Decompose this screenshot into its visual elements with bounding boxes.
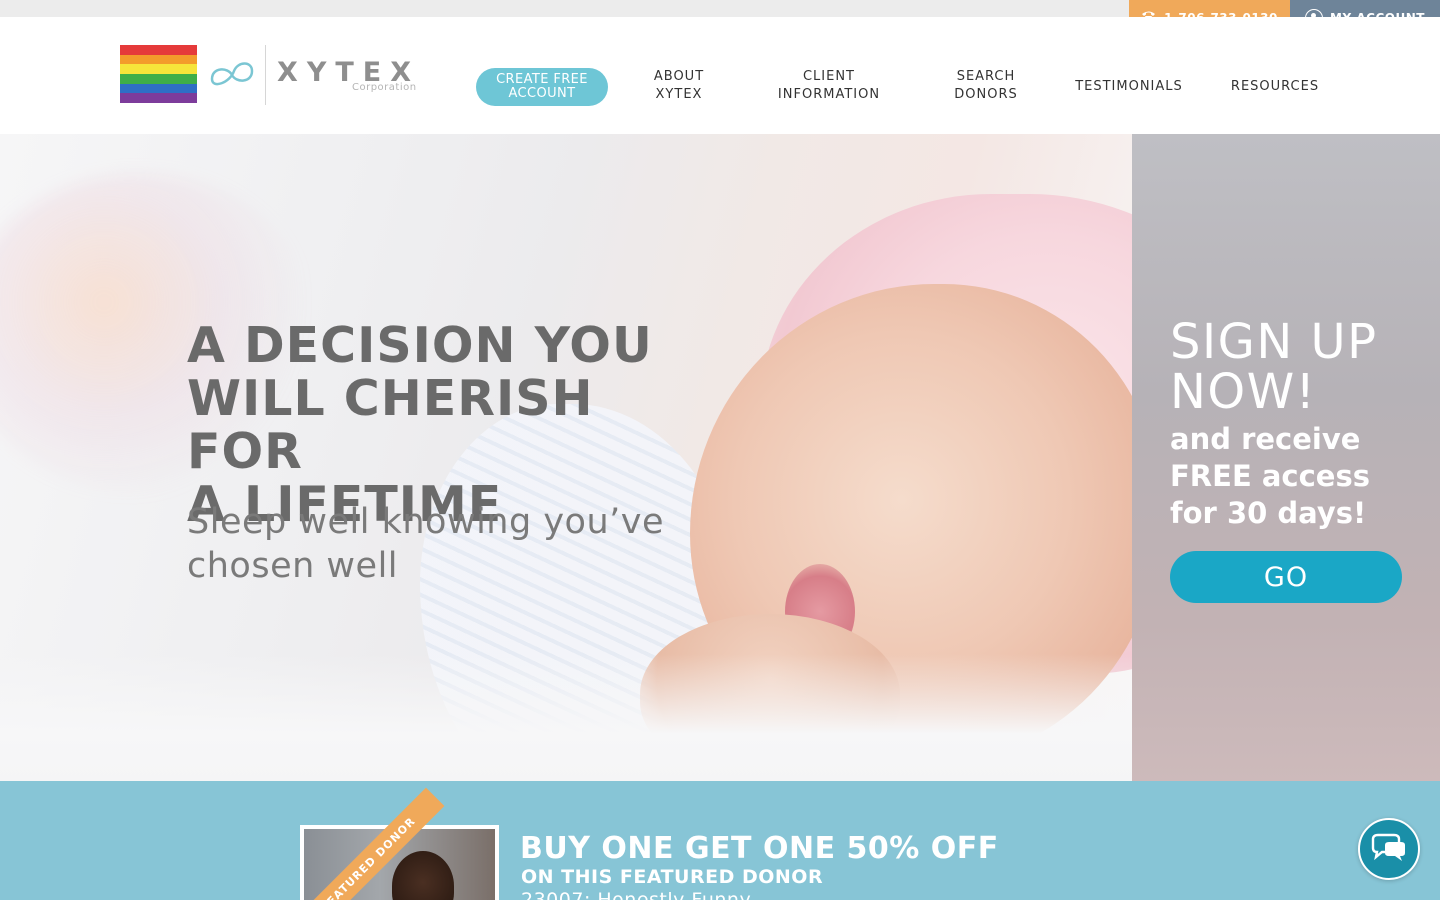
- hero-title-line2: WILL CHERISH FOR: [187, 370, 594, 480]
- nav-resources-label: RESOURCES: [1230, 79, 1320, 94]
- nav-about-line2: XYTEX: [655, 87, 703, 102]
- logo-divider: [265, 45, 266, 105]
- create-account-line2: ACCOUNT: [508, 86, 576, 101]
- hero-blanket: [0, 654, 1132, 781]
- go-button[interactable]: GO: [1170, 551, 1402, 603]
- nav-testimonials[interactable]: TESTIMONIALS: [1066, 78, 1192, 96]
- hero-title-line1: A DECISION YOU: [187, 317, 653, 374]
- create-free-account-button[interactable]: CREATE FREE ACCOUNT: [476, 68, 608, 106]
- chat-button[interactable]: [1358, 818, 1420, 880]
- nav-client-line2: INFORMATION: [777, 87, 881, 102]
- hero-banner: A DECISION YOU WILL CHERISH FOR A LIFETI…: [0, 134, 1132, 781]
- featured-subtitle: ON THIS FEATURED DONOR: [521, 866, 824, 888]
- nav-search-line2: DONORS: [954, 87, 1018, 102]
- nav-resources[interactable]: RESOURCES: [1222, 78, 1328, 96]
- nav-about-line1: ABOUT: [653, 69, 705, 84]
- site-header: XYTEX Corporation CREATE FREE ACCOUNT AB…: [0, 17, 1440, 134]
- signup-offer-line3: for 30 days!: [1170, 496, 1367, 530]
- create-account-line1: CREATE FREE: [496, 72, 588, 87]
- nav-search-line1: SEARCH: [956, 69, 1016, 84]
- nav-about-xytex[interactable]: ABOUT XYTEX: [642, 68, 716, 104]
- chat-bubbles-icon: [1371, 833, 1405, 861]
- nav-testimonials-label: TESTIMONIALS: [1075, 79, 1183, 94]
- signup-offer: and receive FREE access for 30 days!: [1170, 421, 1420, 532]
- featured-donor-section: FEATURED DONOR BUY ONE GET ONE 50% OFF O…: [0, 781, 1440, 900]
- donor-child-figure: [392, 851, 454, 900]
- rainbow-flag-icon: [120, 45, 197, 104]
- signup-offer-line1: and receive: [1170, 422, 1361, 456]
- nav-search-donors[interactable]: SEARCH DONORS: [946, 68, 1026, 104]
- signup-panel: SIGN UP NOW! and receive FREE access for…: [1132, 134, 1440, 781]
- featured-title: BUY ONE GET ONE 50% OFF: [520, 831, 999, 866]
- signup-heading-line1: SIGN UP: [1170, 314, 1378, 370]
- hero-subtitle: Sleep well knowing you’ve chosen well: [187, 500, 687, 588]
- hero-subtitle-line1: Sleep well knowing you’ve: [187, 502, 665, 542]
- signup-offer-line2: FREE access: [1170, 459, 1370, 493]
- signup-heading: SIGN UP NOW!: [1170, 317, 1378, 417]
- signup-heading-line2: NOW!: [1170, 364, 1317, 420]
- hero-subtitle-line2: chosen well: [187, 546, 399, 586]
- nav-client-information[interactable]: CLIENT INFORMATION: [770, 68, 888, 104]
- logo-subtitle: Corporation: [352, 82, 417, 93]
- featured-donor-link[interactable]: 23007: Honestly Funny: [521, 889, 751, 900]
- nav-client-line1: CLIENT: [802, 69, 856, 84]
- infinity-loop-icon[interactable]: [206, 57, 258, 91]
